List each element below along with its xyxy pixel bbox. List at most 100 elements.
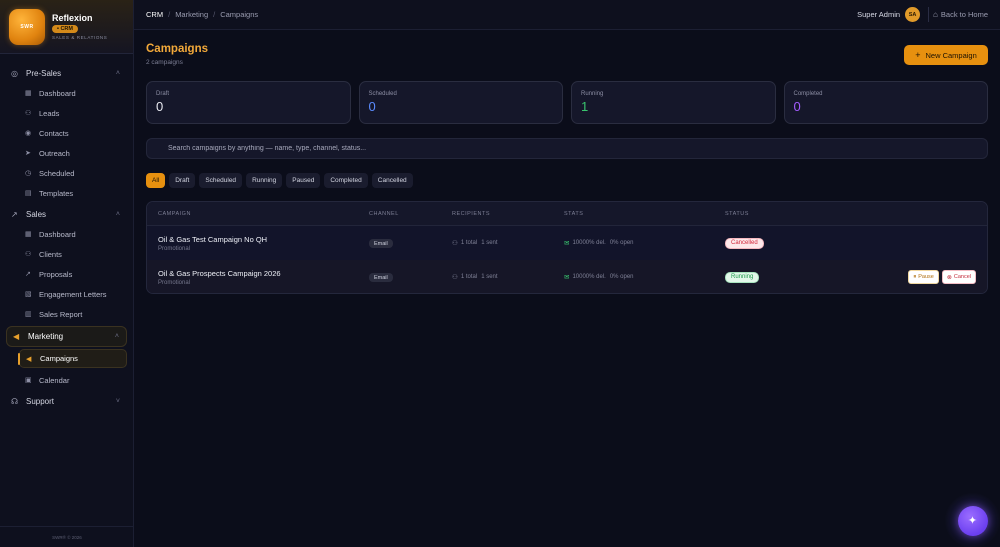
stat-value: 0	[793, 99, 801, 114]
brand-header: SWR Reflexion • CRM SALES & RELATIONS	[0, 0, 133, 54]
pause-button[interactable]: ⏸ Pause	[908, 270, 939, 284]
user-name: Super Admin	[857, 10, 901, 19]
brand-subtitle: SALES & RELATIONS	[52, 35, 108, 40]
new-campaign-button[interactable]: + New Campaign	[904, 45, 988, 65]
search-input[interactable]	[146, 138, 988, 159]
sidebar-item-outreach[interactable]: ➤ Outreach	[0, 143, 133, 163]
sidebar-item-contacts[interactable]: ◉ Contacts	[0, 123, 133, 143]
stats-cell: ✉ 10000% del. 0% open	[564, 273, 725, 281]
status-cell: Running	[725, 271, 845, 283]
pause-icon: ⏸	[913, 273, 917, 280]
send-icon: ➤	[25, 150, 31, 157]
dashboard-icon: ▦	[25, 90, 32, 97]
filter-cancelled[interactable]: Cancelled	[371, 173, 413, 188]
status-cell: Cancelled	[725, 237, 845, 249]
sidebar-item-label: Proposals	[39, 269, 73, 279]
sidebar-item-proposals[interactable]: ↗ Proposals	[0, 264, 133, 284]
column-header-channel: CHANNEL	[369, 210, 399, 217]
channel-badge: Email	[369, 273, 393, 283]
open-rate: 0% open	[609, 240, 634, 246]
filter-draft[interactable]: Draft	[169, 173, 196, 188]
sidebar-item-engagement-letters[interactable]: ▧ Engagement Letters	[0, 284, 133, 304]
page-title: Campaigns	[146, 43, 208, 55]
stat-card-running: Running 1	[571, 81, 776, 124]
sidebar-item-sales-report[interactable]: ▥ Sales Report	[0, 304, 133, 324]
filter-running[interactable]: Running	[246, 173, 283, 188]
sidebar-item-sales-dashboard[interactable]: ▦ Dashboard	[0, 224, 133, 244]
sidebar-item-label: Leads	[39, 108, 60, 118]
sidebar-item-scheduled[interactable]: ◷ Scheduled	[0, 163, 133, 183]
cancel-button[interactable]: ⊗ Cancel	[941, 270, 976, 284]
sidebar-item-clients[interactable]: ⚇ Clients	[0, 244, 133, 264]
stat-card-draft: Draft 0	[146, 81, 351, 124]
stat-value: 1	[581, 99, 589, 114]
sidebar-group-support[interactable]: ☊ Support ˅	[0, 392, 133, 411]
calendar-icon: ▣	[25, 377, 32, 384]
sidebar-item-label: Clients	[39, 249, 62, 259]
campaign-name[interactable]: Oil & Gas Test Campaign No QH	[158, 235, 369, 244]
mail-icon: ✉	[564, 274, 570, 281]
sidebar-group-pre-sales[interactable]: ◎ Pre-Sales ˄	[0, 64, 133, 83]
trending-icon: ↗	[25, 271, 31, 278]
ai-assistant-fab[interactable]: ✦	[945, 493, 1000, 547]
breadcrumb-marketing[interactable]: Marketing	[175, 10, 208, 19]
sidebar-group-sales[interactable]: ↗ Sales ˄	[0, 205, 133, 224]
top-bar: CRM / Marketing / Campaigns Super Admin …	[134, 0, 1000, 30]
mail-icon: ✉	[564, 240, 570, 247]
chevron-up-icon: ˄	[115, 70, 120, 77]
sidebar-item-campaigns[interactable]: ◀ Campaigns	[18, 349, 127, 368]
sidebar-item-leads[interactable]: ⚇ Leads	[0, 103, 133, 123]
users-icon: ⚇	[452, 240, 458, 247]
chevron-down-icon: ˅	[115, 398, 120, 405]
brand-text: Reflexion • CRM SALES & RELATIONS	[52, 13, 107, 40]
users-icon: ⚇	[25, 110, 32, 117]
stats-cell: ✉ 10000% del. 0% open	[564, 239, 725, 247]
avatar[interactable]: SA	[905, 7, 921, 22]
status-badge: Cancelled	[725, 237, 764, 249]
brand-badge: • CRM	[52, 25, 78, 33]
breadcrumb-separator: /	[213, 10, 216, 19]
brand-logo[interactable]: SWR	[9, 8, 45, 45]
table-row[interactable]: Oil & Gas Test Campaign No QH Promotiona…	[147, 226, 987, 260]
campaigns-table: CAMPAIGN CHANNEL RECIPIENTS STATS STATUS…	[146, 201, 988, 294]
campaign-type: Promotional	[158, 279, 191, 286]
sidebar-item-calendar[interactable]: ▣ Calendar	[0, 370, 133, 390]
campaign-cell: Oil & Gas Prospects Campaign 2026 Promot…	[147, 269, 369, 286]
filter-paused[interactable]: Paused	[286, 173, 321, 188]
campaign-name[interactable]: Oil & Gas Prospects Campaign 2026	[158, 269, 369, 278]
file-icon: ▤	[25, 190, 32, 197]
column-header-recipients: RECIPIENTS	[452, 210, 491, 217]
stat-card-scheduled: Scheduled 0	[358, 81, 563, 124]
sidebar-item-label: Campaigns	[40, 354, 78, 363]
column-header-status: STATUS	[725, 210, 749, 217]
status-badge: Running	[725, 271, 760, 283]
top-bar-user: Super Admin SA ⌂ Back to Home	[857, 7, 988, 22]
campaign-cell: Oil & Gas Test Campaign No QH Promotiona…	[147, 235, 369, 252]
back-to-home-link[interactable]: ⌂ Back to Home	[928, 7, 988, 22]
sidebar-item-label: Dashboard	[39, 229, 76, 239]
sidebar-group-marketing[interactable]: ◀ Marketing ˄	[6, 326, 127, 347]
chevron-up-icon: ˄	[115, 211, 120, 218]
filter-completed[interactable]: Completed	[324, 173, 368, 188]
recipients-total: 1 total	[460, 274, 478, 280]
breadcrumb-campaigns: Campaigns	[220, 10, 259, 19]
stat-label: Completed	[793, 91, 823, 97]
delivered-rate: 10000% del.	[572, 240, 606, 246]
users-icon: ⚇	[452, 274, 458, 281]
filter-scheduled[interactable]: Scheduled	[199, 173, 243, 188]
clock-icon: ◷	[25, 170, 32, 177]
sidebar-item-templates[interactable]: ▤ Templates	[0, 183, 133, 203]
home-icon: ⌂	[933, 10, 938, 19]
channel-cell: Email	[369, 272, 452, 283]
recipients-cell: ⚇ 1 total 1 sent	[452, 273, 564, 281]
cancel-label: Cancel	[953, 274, 971, 280]
stat-cards: Draft 0 Scheduled 0 Running 1 Completed …	[146, 81, 988, 124]
breadcrumb-crm[interactable]: CRM	[146, 10, 163, 19]
brand-logo-text: SWR	[20, 23, 34, 30]
filter-all[interactable]: All	[146, 173, 166, 188]
table-row[interactable]: Oil & Gas Prospects Campaign 2026 Promot…	[147, 260, 987, 293]
plus-icon: +	[915, 50, 921, 60]
sidebar-item-presales-dashboard[interactable]: ▦ Dashboard	[0, 83, 133, 103]
trending-up-icon: ↗	[11, 210, 18, 219]
megaphone-icon: ◀	[13, 332, 20, 341]
